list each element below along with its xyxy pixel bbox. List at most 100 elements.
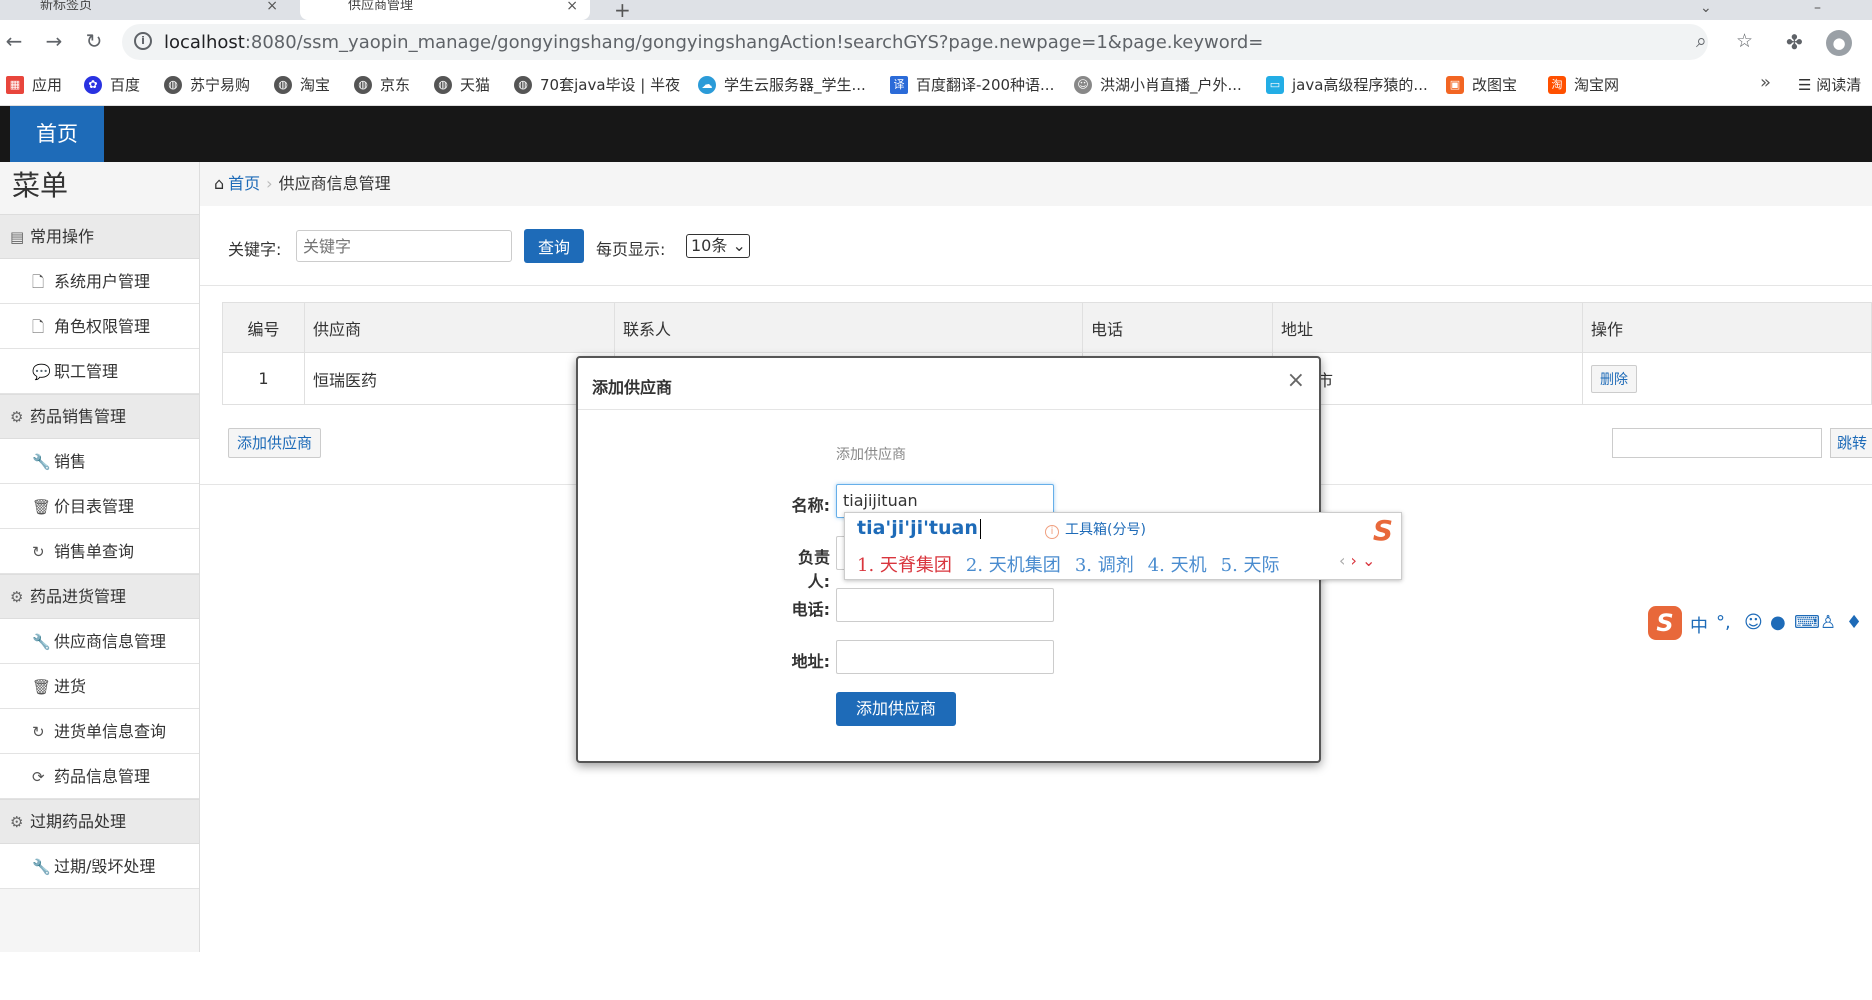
trash-icon: 🗑	[32, 678, 52, 696]
url-bar[interactable]: i localhost:8080/ssm_yaopin_manage/gongy…	[122, 24, 1753, 60]
ime-candidate[interactable]: 5. 天际	[1221, 555, 1280, 576]
sidebar-item-supplier-info[interactable]: 🔧 供应商信息管理	[0, 619, 199, 664]
sogou-logo-icon[interactable]: S	[1648, 606, 1682, 640]
menu-group-label: 药品销售管理	[30, 407, 127, 426]
bookmarks-bar: ▦ 应用 ✿ 百度 ◍ 苏宁易购 ◍ 淘宝 ◍ 京东 ◍ 天猫 ◍ 70套java毕设 | 半…	[0, 64, 1872, 106]
sidebar-item-sales-query[interactable]: ↻ 销售单查询	[0, 529, 199, 574]
minimize-icon[interactable]: –	[1814, 0, 1821, 16]
refresh-icon: ↻	[32, 723, 45, 741]
page-size-label: 每页显示:	[596, 240, 666, 259]
taobao-icon: 淘	[1548, 75, 1566, 94]
emoji-icon[interactable]: ☺	[1744, 612, 1763, 633]
close-icon[interactable]: ×	[1287, 370, 1305, 392]
sidebar-item-purchase-query[interactable]: ↻ 进货单信息查询	[0, 709, 199, 754]
menu-group-expired[interactable]: ⚙ 过期药品处理	[0, 799, 199, 844]
zoom-icon[interactable]: ⌕	[1696, 30, 1707, 52]
reading-list[interactable]: ☰ 阅读清	[1798, 74, 1861, 95]
bookmark-suning[interactable]: ◍ 苏宁易购	[164, 74, 250, 95]
wrench-icon: 🔧	[32, 633, 51, 651]
sogou-logo-icon: S	[1372, 514, 1394, 547]
bookmark-translate[interactable]: 译百度翻译-200种语...	[890, 74, 1054, 95]
reload-icon[interactable]: ↻	[82, 30, 106, 52]
forward-icon[interactable]: →	[42, 30, 66, 52]
skin-shirt-icon[interactable]: ♦	[1846, 612, 1862, 633]
sidebar-item-system-users[interactable]: 🗋 系统用户管理	[0, 259, 199, 304]
page-jump-input[interactable]	[1612, 428, 1822, 458]
sidebar-item-drug-info[interactable]: ⟳ 药品信息管理	[0, 754, 199, 799]
phone-input[interactable]	[836, 588, 1054, 622]
chevron-left-icon[interactable]: ‹	[1339, 551, 1345, 570]
keyboard-icon[interactable]: ⌨	[1794, 612, 1820, 633]
ime-candidate[interactable]: 3. 调剂	[1075, 555, 1134, 576]
jump-button[interactable]: 跳转	[1830, 428, 1872, 458]
bookmarks-more-icon[interactable]: »	[1760, 72, 1771, 93]
sidebar-item-staff[interactable]: 💬 职工管理	[0, 349, 199, 394]
bookmark-cloud[interactable]: ☁ 学生云服务器_学生...	[698, 74, 866, 95]
bookmark-label: 淘宝	[300, 76, 331, 94]
ime-mode[interactable]: 中	[1690, 612, 1708, 638]
bookmark-apps[interactable]: ▦ 应用	[6, 74, 62, 95]
sidebar-item-price-list[interactable]: 🗑 价目表管理	[0, 484, 199, 529]
bookmark-gaitubao[interactable]: ▣ 改图宝	[1446, 74, 1517, 95]
menu-group-sales[interactable]: ⚙ 药品销售管理	[0, 394, 199, 439]
bookmark-taobao-net[interactable]: 淘淘宝网	[1548, 74, 1619, 95]
keyword-input[interactable]	[296, 230, 512, 262]
user-icon[interactable]: ♙	[1820, 612, 1836, 633]
bookmark-java[interactable]: ◍ 70套java毕设 | 半夜	[514, 74, 680, 95]
back-icon[interactable]: ←	[2, 30, 26, 52]
page-size-select[interactable]: 10条 ⌄	[686, 234, 750, 258]
sidebar-item-sales[interactable]: 🔧 销售	[0, 439, 199, 484]
ime-candidate[interactable]: 4. 天机	[1148, 555, 1207, 576]
extensions-puzzle-icon[interactable]: ✤	[1786, 30, 1803, 54]
bookmark-baidu[interactable]: ✿ 百度	[84, 74, 140, 95]
url-text[interactable]: localhost:8080/ssm_yaopin_manage/gongyin…	[164, 32, 1263, 53]
breadcrumb: ⌂ 首页 › 供应商信息管理	[200, 162, 1872, 206]
tab-close-icon[interactable]: ×	[266, 0, 278, 13]
phone-label: 电话:	[791, 600, 830, 619]
menu-group-common[interactable]: ▤ 常用操作	[0, 214, 199, 259]
bookmark-bilibili[interactable]: ▭ java高级程序猿的...	[1266, 74, 1428, 95]
bookmark-live[interactable]: ☺ 洪湖小肖直播_户外...	[1074, 74, 1242, 95]
sidebar-item-purchase[interactable]: 🗑 进货	[0, 664, 199, 709]
avatar-icon: ☺	[1074, 75, 1092, 94]
tab-search-icon[interactable]: ⌄	[1700, 0, 1712, 16]
browser-tab-strip: 新标签页 × 供应商管理 × + ⌄ –	[0, 0, 1872, 22]
sidebar-item-role-permissions[interactable]: 🗋 角色权限管理	[0, 304, 199, 349]
bookmark-taobao[interactable]: ◍ 淘宝	[274, 74, 330, 95]
bookmark-tmall[interactable]: ◍ 天猫	[434, 74, 490, 95]
ime-page-nav: ‹ › ⌄	[1339, 551, 1375, 570]
new-tab-icon[interactable]: +	[614, 0, 631, 22]
tab-close-icon[interactable]: ×	[566, 0, 578, 13]
url-path: :8080/ssm_yaopin_manage/gongyingshang/go…	[244, 32, 1264, 53]
ime-composition: tia'ji'ji'tuan	[857, 517, 981, 539]
ime-punctuation[interactable]: °,	[1716, 612, 1731, 633]
microphone-icon[interactable]: ●	[1770, 612, 1786, 633]
home-tab[interactable]: 首页	[10, 106, 104, 162]
bookmark-star-icon[interactable]: ☆	[1736, 30, 1753, 52]
ime-candidate[interactable]: 2. 天机集团	[966, 555, 1061, 576]
bookmark-label: 百度	[110, 76, 141, 94]
submit-add-supplier-button[interactable]: 添加供应商	[836, 692, 956, 726]
site-info-icon[interactable]: i	[134, 32, 152, 50]
breadcrumb-home-link[interactable]: 首页	[228, 174, 260, 193]
delete-button[interactable]: 删除	[1591, 364, 1637, 393]
address-input[interactable]	[836, 640, 1054, 674]
menu-group-purchase[interactable]: ⚙ 药品进货管理	[0, 574, 199, 619]
add-supplier-button[interactable]: 添加供应商	[228, 428, 322, 458]
sidebar-item-expired-handling[interactable]: 🔧 过期/毁坏处理	[0, 844, 199, 889]
bilibili-icon: ▭	[1266, 75, 1284, 94]
chevron-down-icon[interactable]: ⌄	[1362, 551, 1375, 570]
query-button[interactable]: 查询	[524, 229, 584, 263]
browser-tab-active[interactable]: 供应商管理 ×	[300, 0, 590, 20]
apps-grid-icon: ▦	[6, 75, 24, 94]
profile-avatar-icon[interactable]: ●	[1826, 30, 1852, 56]
refresh-icon: ↻	[32, 543, 45, 561]
chevron-right-icon[interactable]: ›	[1351, 551, 1357, 570]
bookmark-jd[interactable]: ◍ 京东	[354, 74, 410, 95]
browser-tab[interactable]: 新标签页 ×	[0, 0, 290, 20]
breadcrumb-separator: ›	[266, 174, 273, 193]
home-icon: ⌂	[214, 174, 225, 193]
ime-toolbox[interactable]: i 工具箱(分号)	[1045, 519, 1146, 539]
ime-candidate[interactable]: 1. 天脊集团	[857, 555, 952, 576]
globe-icon: ◍	[164, 75, 182, 94]
